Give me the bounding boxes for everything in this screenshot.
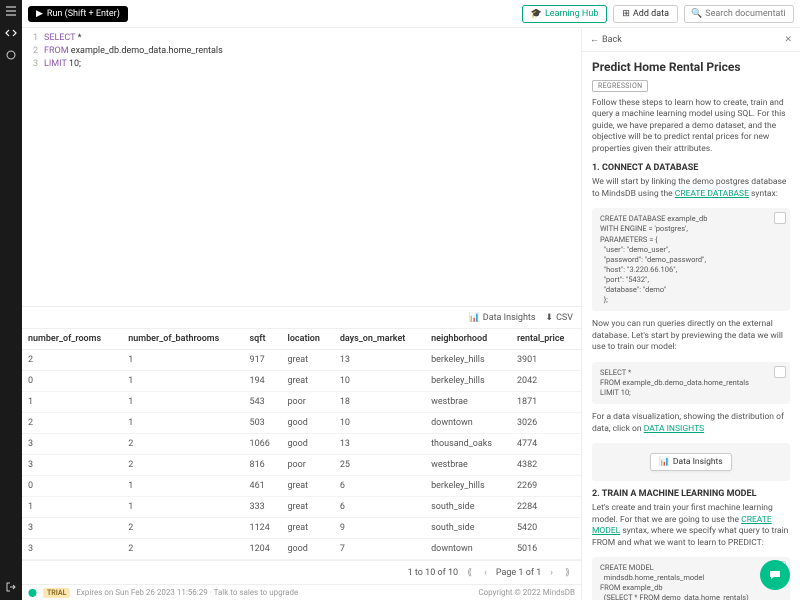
table-row: 01194great10berkeley_hills2042 [22,371,581,392]
back-button[interactable]: ← Back [590,34,622,45]
section-1: 1. CONNECT A DATABASE [592,163,790,173]
chat-button[interactable] [760,560,790,590]
chart-icon: 📊 [659,457,670,467]
pager-first[interactable]: ⟪ [464,568,475,578]
logout-icon[interactable] [4,580,18,594]
play-icon: ▶ [36,9,43,19]
add-data-button[interactable]: ⊞ Add data [613,5,678,23]
table-row: 11333great6south_side2284 [22,497,581,518]
table-row: 21917great13berkeley_hills3901 [22,350,581,371]
copy-icon[interactable] [774,366,786,378]
sql-editor[interactable]: 123 SELECT *FROM example_db.demo_data.ho… [22,28,581,75]
create-database-link[interactable]: CREATE DATABASE [675,189,749,199]
pager-prev[interactable]: ‹ [481,568,490,578]
data-insights-link[interactable]: 📊Data Insights [469,313,536,323]
chart-icon: 📊 [469,313,480,323]
data-insights-link[interactable]: DATA INSIGHTS [644,424,704,434]
regression-tag: REGRESSION [592,80,648,92]
pager: 1 to 10 of 10 ⟪ ‹ Page 1 of 1 › ⟫ [22,560,581,584]
section-2: 2. TRAIN A MACHINE LEARNING MODEL [592,489,790,499]
guide-intro: Follow these steps to learn how to creat… [592,98,790,155]
table-row: 32816poor25westbrae4382 [22,455,581,476]
column-header: location [281,329,333,350]
pager-last[interactable]: ⟫ [562,568,573,578]
learning-hub-button[interactable]: 🎓 Learning Hub [522,5,608,23]
table-row: 21503good10downtown3026 [22,413,581,434]
table-row: 01461great6berkeley_hills2269 [22,476,581,497]
guide-title: Predict Home Rental Prices [592,60,790,74]
trial-badge: TRIAL [43,588,70,598]
copy-icon[interactable] [774,212,786,224]
column-header: rental_price [511,329,581,350]
column-header: number_of_rooms [22,329,122,350]
search-input[interactable]: 🔍 [684,5,794,23]
data-insights-button[interactable]: 📊Data Insights [650,453,731,471]
table-row: 321204good7downtown5016 [22,539,581,560]
download-icon: ⬇ [546,313,554,323]
column-header: number_of_bathrooms [122,329,243,350]
results-table: number_of_roomsnumber_of_bathroomssqftlo… [22,328,581,560]
model-tab-icon[interactable] [4,48,18,62]
csv-export-link[interactable]: ⬇CSV [546,313,573,323]
run-label: Run (Shift + Enter) [47,9,120,19]
hamburger-icon[interactable] [4,4,18,18]
search-icon: 🔍 [691,9,702,19]
run-button[interactable]: ▶ Run (Shift + Enter) [28,6,128,22]
pager-next[interactable]: › [547,568,556,578]
column-header: neighborhood [425,329,511,350]
code-tab-icon[interactable] [4,26,18,40]
column-header: days_on_market [334,329,425,350]
database-icon: ⊞ [622,9,630,19]
table-row: 321066good13thousand_oaks4774 [22,434,581,455]
code-block-2: SELECT * FROM example_db.demo_data.home_… [592,362,790,404]
table-row: 321124great9south_side5420 [22,518,581,539]
table-row: 11543poor18westbrae1871 [22,392,581,413]
close-panel-button[interactable]: ✕ [784,35,792,45]
code-block-1: CREATE DATABASE example_db WITH ENGINE =… [592,208,790,311]
cap-icon: 🎓 [531,9,542,19]
column-header: sqft [244,329,282,350]
